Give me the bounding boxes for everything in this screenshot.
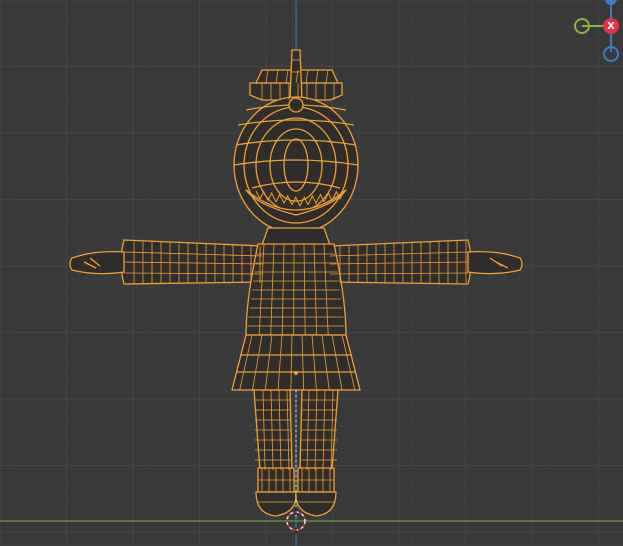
torso-wire (245, 243, 347, 336)
gizmo-x-axis[interactable] (603, 18, 619, 34)
origin-point[interactable] (294, 371, 298, 375)
neck-wire (261, 227, 331, 246)
viewport-canvas[interactable] (0, 0, 623, 546)
3d-viewport[interactable]: X (0, 0, 623, 546)
gizmo-z-axis-top[interactable] (605, 0, 617, 5)
hat-wire (249, 49, 343, 101)
navigation-gizmo[interactable] (574, 0, 619, 62)
